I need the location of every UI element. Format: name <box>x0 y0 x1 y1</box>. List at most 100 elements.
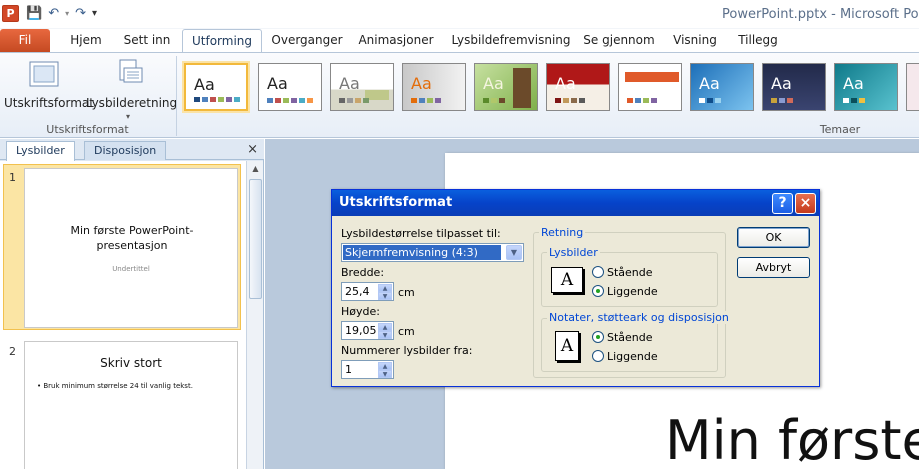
undo-dropdown-icon[interactable]: ▾ <box>65 6 69 22</box>
number-from-label: Nummerer lysbilder fra: <box>341 344 473 357</box>
theme-9[interactable]: Aa <box>762 63 826 111</box>
slide-subtitle: Undertittel <box>112 265 150 273</box>
slides-pane: Lysbilder Disposisjon × 1 Min første Pow… <box>0 139 264 469</box>
theme-sample-text: Aa <box>771 74 792 93</box>
theme-sample-text: Aa <box>483 74 504 93</box>
theme-3[interactable]: Aa <box>330 63 394 111</box>
page-setup-icon <box>28 58 60 90</box>
orientation-label: Retning <box>539 226 586 239</box>
slide-title-placeholder[interactable]: Min første <box>665 409 919 469</box>
slide-title: Skriv stort <box>100 356 162 370</box>
height-spinner[interactable]: 19,05 ▲ ▼ <box>341 321 394 340</box>
theme-11[interactable] <box>906 63 919 111</box>
tab-home[interactable]: Hjem <box>62 29 110 52</box>
theme-sample-text: Aa <box>339 74 360 93</box>
theme-office[interactable]: Aa <box>184 63 248 111</box>
chevron-down-icon[interactable]: ▼ <box>506 245 522 260</box>
pane-scrollbar[interactable]: ▲ <box>246 161 263 469</box>
title-bar: P 💾 ↶ ▾ ↷ ▾ PowerPoint.pptx - Microsoft … <box>0 0 919 29</box>
scrollbar-thumb[interactable] <box>249 179 262 299</box>
notes-orientation-label: Notater, støtteark og disposisjon <box>547 311 731 324</box>
group-themes-label: Temaer <box>819 123 861 136</box>
width-spinner[interactable]: 25,4 ▲ ▼ <box>341 282 394 301</box>
number-from-spinner[interactable]: 1 ▲ ▼ <box>341 360 394 379</box>
slide-thumbnails: 1 Min første PowerPoint-presentasjon Und… <box>0 161 246 469</box>
spin-up-icon[interactable]: ▲ <box>378 284 392 292</box>
close-button[interactable]: × <box>795 193 816 214</box>
tab-animations[interactable]: Animasjoner <box>350 29 442 52</box>
notes-landscape-radio[interactable]: Liggende <box>592 350 658 363</box>
spin-down-icon[interactable]: ▼ <box>378 370 392 378</box>
page-setup-button[interactable]: Utskriftsformat <box>4 56 94 110</box>
slide-orientation-icon <box>112 58 144 90</box>
spin-up-icon[interactable]: ▲ <box>378 323 392 331</box>
powerpoint-app-icon[interactable]: P <box>2 5 19 22</box>
theme-decoration <box>513 68 531 108</box>
tab-slideshow[interactable]: Lysbildefremvisning <box>448 29 574 52</box>
scroll-up-icon[interactable]: ▲ <box>247 161 264 177</box>
theme-sample-text: Aa <box>555 74 576 93</box>
page-setup-dialog: Utskriftsformat ? × Lysbildestørrelse ti… <box>331 189 820 387</box>
slide-bullet-text: Bruk minimum størrelse 24 til vanlig tek… <box>43 382 193 390</box>
spin-down-icon[interactable]: ▼ <box>378 331 392 339</box>
theme-sample-text: Aa <box>843 74 864 93</box>
tab-slides[interactable]: Lysbilder <box>6 141 75 161</box>
slide-thumbnail-2[interactable]: Skriv stort • Bruk minimum størrelse 24 … <box>24 341 238 469</box>
height-label: Høyde: <box>341 305 380 318</box>
quick-access-toolbar: 💾 ↶ ▾ ↷ ▾ <box>26 6 97 22</box>
tab-add-ins[interactable]: Tillegg <box>730 29 786 52</box>
close-icon[interactable]: × <box>247 142 258 157</box>
slide-orientation-label: Lysbilderetning <box>86 96 178 110</box>
width-unit: cm <box>398 286 415 299</box>
tab-view[interactable]: Visning <box>668 29 722 52</box>
window-title: PowerPoint.pptx - Microsoft Powe <box>722 7 919 22</box>
tab-insert[interactable]: Sett inn <box>116 29 178 52</box>
tab-file[interactable]: Fil <box>0 29 50 52</box>
spin-up-icon[interactable]: ▲ <box>378 362 392 370</box>
height-value: 19,05 <box>345 324 377 337</box>
theme-5[interactable]: Aa <box>474 63 538 111</box>
theme-2[interactable]: Aa <box>258 63 322 111</box>
tab-design[interactable]: Utforming <box>182 29 262 53</box>
height-unit: cm <box>398 325 415 338</box>
redo-icon[interactable]: ↷ <box>75 6 86 22</box>
ok-button[interactable]: OK <box>737 227 810 248</box>
tab-transitions[interactable]: Overganger <box>266 29 348 52</box>
width-label: Bredde: <box>341 266 385 279</box>
slides-landscape-label: Liggende <box>607 285 658 298</box>
portrait-page-icon: A <box>555 331 579 361</box>
theme-8[interactable]: Aa <box>690 63 754 111</box>
theme-4[interactable]: Aa <box>402 63 466 111</box>
theme-6[interactable]: Aa <box>546 63 610 111</box>
theme-decoration <box>625 72 679 82</box>
width-value: 25,4 <box>345 285 370 298</box>
notes-portrait-label: Stående <box>607 331 653 344</box>
radio-indicator <box>592 331 604 343</box>
ribbon: Utskriftsformat Lysbilderetning ▾ Utskri… <box>0 52 919 138</box>
customize-qat-icon[interactable]: ▾ <box>92 6 97 22</box>
slides-landscape-radio[interactable]: Liggende <box>592 285 658 298</box>
theme-10[interactable]: Aa <box>834 63 898 111</box>
slides-portrait-radio[interactable]: Stående <box>592 266 653 279</box>
save-icon[interactable]: 💾 <box>26 6 42 22</box>
slide-size-select[interactable]: Skjermfremvisning (4:3) ▼ <box>341 243 524 262</box>
slide-thumbnail-1[interactable]: Min første PowerPoint-presentasjon Under… <box>24 168 238 328</box>
slide-orientation-button[interactable]: Lysbilderetning ▾ <box>86 56 178 121</box>
cancel-button[interactable]: Avbryt <box>737 257 810 278</box>
slide-size-value: Skjermfremvisning (4:3) <box>342 244 502 261</box>
number-from-value: 1 <box>345 363 352 376</box>
notes-landscape-label: Liggende <box>607 350 658 363</box>
theme-sample-text: Aa <box>194 75 215 94</box>
notes-portrait-radio[interactable]: Stående <box>592 331 653 344</box>
undo-icon[interactable]: ↶ <box>48 6 59 22</box>
tab-outline[interactable]: Disposisjon <box>84 141 167 160</box>
landscape-page-icon: A <box>551 267 583 293</box>
tab-review[interactable]: Se gjennom <box>578 29 660 52</box>
spin-down-icon[interactable]: ▼ <box>378 292 392 300</box>
theme-7[interactable] <box>618 63 682 111</box>
help-button[interactable]: ? <box>772 193 793 214</box>
slides-orientation-label: Lysbilder <box>547 246 600 259</box>
slide-title: Min første PowerPoint-presentasjon <box>70 224 194 252</box>
ribbon-tabs: Fil Hjem Sett inn Utforming Overganger A… <box>0 29 919 53</box>
theme-sample-text: Aa <box>699 74 720 93</box>
